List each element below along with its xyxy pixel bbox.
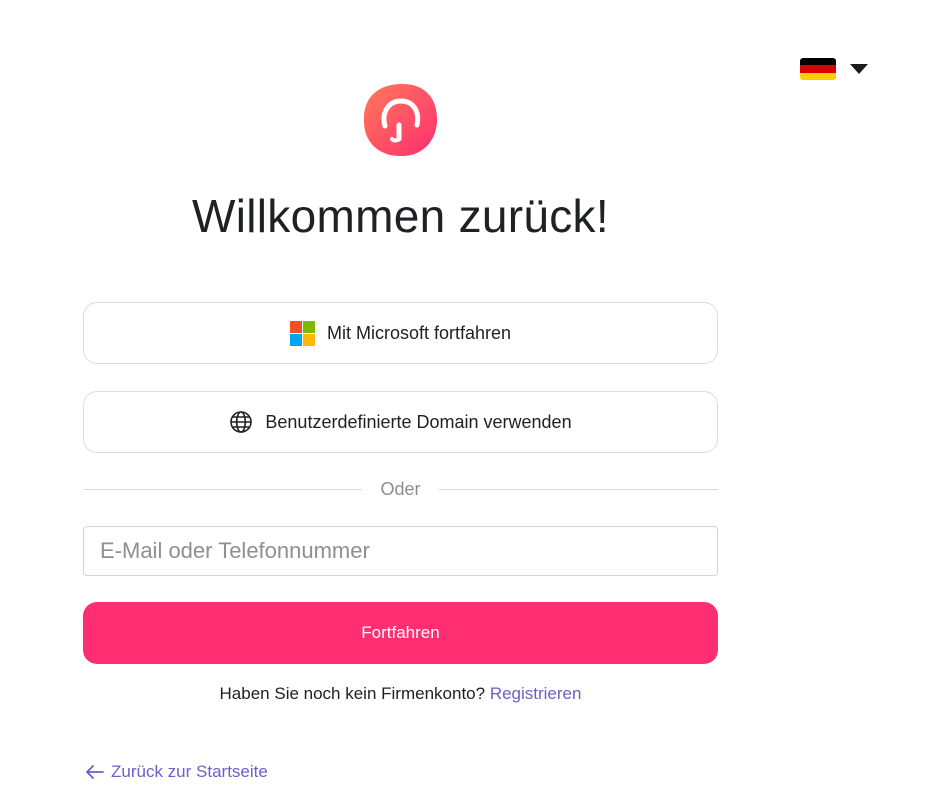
globe-icon bbox=[230, 411, 253, 433]
continue-button[interactable]: Fortfahren bbox=[83, 602, 718, 664]
custom-domain-label: Benutzerdefinierte Domain verwenden bbox=[265, 411, 572, 432]
language-selector[interactable] bbox=[800, 56, 872, 82]
or-divider: Oder bbox=[83, 477, 718, 501]
back-to-home-label: Zurück zur Startseite bbox=[111, 762, 268, 781]
email-phone-input[interactable] bbox=[83, 526, 718, 576]
caret-down-icon bbox=[850, 64, 868, 74]
back-to-home-link[interactable]: Zurück zur Startseite bbox=[85, 762, 268, 782]
register-link[interactable]: Registrieren bbox=[490, 684, 582, 703]
divider-line-right bbox=[438, 488, 718, 490]
microsoft-icon bbox=[289, 320, 315, 346]
microsoft-login-label: Mit Microsoft fortfahren bbox=[326, 322, 512, 343]
register-prompt: Haben Sie noch kein Firmenkonto? bbox=[219, 684, 486, 703]
arrow-left-icon bbox=[86, 765, 104, 779]
divider-text: Oder bbox=[380, 478, 421, 499]
custom-domain-button[interactable]: Benutzerdefinierte Domain verwenden bbox=[83, 391, 718, 453]
brand-logo-icon bbox=[363, 83, 438, 157]
microsoft-login-button[interactable]: Mit Microsoft fortfahren bbox=[83, 302, 718, 364]
page-title: Willkommen zurück! bbox=[192, 190, 609, 242]
register-prompt-row: Haben Sie noch kein Firmenkonto? Registr… bbox=[83, 684, 718, 704]
divider-line-left bbox=[83, 488, 363, 490]
germany-flag-icon bbox=[800, 58, 836, 80]
